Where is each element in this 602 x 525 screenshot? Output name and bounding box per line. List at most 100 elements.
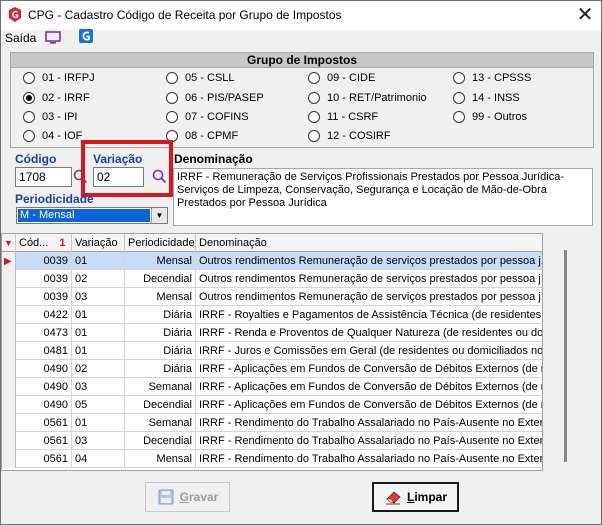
menu-saida[interactable]: Saída <box>5 31 36 45</box>
radio-circle[interactable] <box>453 111 465 123</box>
row-indicator <box>2 360 16 378</box>
row-indicator: ▶ <box>2 252 16 270</box>
row-indicator <box>2 414 16 432</box>
table-row[interactable]: 0473 01 Diária IRRF - Renda e Proventos de … <box>2 324 543 342</box>
denominacao-label: Denominação <box>174 152 253 166</box>
row-indicator <box>2 306 16 324</box>
radio-option[interactable]: 09 - CIDE <box>308 71 375 85</box>
radio-option[interactable]: 04 - IOF <box>23 129 82 143</box>
table-row[interactable]: 0039 03 Mensal Outros rendimentos Remuneraç… <box>2 288 542 306</box>
periodicidade-label: Periodicidade <box>15 192 94 206</box>
radio-circle[interactable] <box>23 72 35 84</box>
header-denominacao[interactable]: Denominação <box>196 234 542 252</box>
radio-circle[interactable] <box>166 111 178 123</box>
cell-variacao: 01 <box>72 252 125 270</box>
radio-option[interactable]: 12 - COSIRF <box>308 129 391 143</box>
radio-circle[interactable] <box>453 92 465 104</box>
radio-option[interactable]: 11 - CSRF <box>308 110 378 124</box>
cell-codigo: 0490 <box>16 378 72 396</box>
table-row[interactable]: 0561 04 Mensal IRRF - Rendimento do Trabalh… <box>2 450 543 468</box>
radio-option[interactable]: 05 - CSLL <box>166 71 235 85</box>
limpar-label-rest: impar <box>414 490 448 504</box>
radio-option[interactable]: 07 - COFINS <box>166 110 249 124</box>
radio-circle[interactable] <box>308 72 320 84</box>
monitor-icon[interactable] <box>44 30 62 46</box>
row-indicator <box>2 270 16 288</box>
cell-periodicidade: Decendial <box>125 432 196 450</box>
codigo-input[interactable]: 1708 <box>15 167 72 187</box>
radio-circle[interactable] <box>23 111 35 123</box>
cell-periodicidade: Semanal <box>125 378 196 396</box>
cell-periodicidade: Diária <box>125 324 196 342</box>
cell-periodicidade: Mensal <box>125 450 196 468</box>
radio-circle[interactable] <box>23 130 35 142</box>
table-row[interactable]: 0561 03 Decendial IRRF - Rendimento do Trab… <box>2 432 543 450</box>
cell-denominacao: IRRF - Rendimento do Trabalho Assalariad… <box>199 435 543 447</box>
radio-option[interactable]: 02 - IRRF <box>23 91 90 105</box>
cell-variacao: 05 <box>72 396 125 414</box>
radio-circle[interactable] <box>166 72 178 84</box>
row-indicator <box>2 396 16 414</box>
radio-circle[interactable] <box>308 111 320 123</box>
denominacao-text: IRRF - Remuneração de Serviços Profissio… <box>173 168 593 226</box>
radio-label: 13 - CPSSS <box>472 72 532 84</box>
radio-circle[interactable] <box>308 130 320 142</box>
variacao-highlight-box <box>81 140 173 197</box>
radio-option[interactable]: 01 - IRFPJ <box>23 71 95 85</box>
radio-label: 03 - IPI <box>42 111 78 123</box>
sort-arrow-icon: ▼ <box>2 234 16 252</box>
radio-circle[interactable] <box>166 92 178 104</box>
table-row[interactable]: 0481 01 Diária IRRF - Juros e Comissões em … <box>2 342 542 360</box>
gravar-accel: G <box>179 490 189 504</box>
table-row[interactable]: 0490 02 Diária IRRF - Aplicações em Fundos … <box>2 360 542 378</box>
table-row[interactable]: ▶ 0039 01 Mensal Outros rendimentos Remunera… <box>2 252 542 270</box>
radio-circle[interactable] <box>23 92 35 104</box>
cell-variacao: 01 <box>72 324 125 342</box>
current-row-arrow-icon: ▶ <box>4 256 12 267</box>
cell-periodicidade: Mensal <box>125 252 196 270</box>
radio-option[interactable]: 08 - CPMF <box>166 129 238 143</box>
close-button[interactable]: ✕ <box>571 3 599 27</box>
titlebar: CPG - Cadastro Código de Receita por Gru… <box>1 1 601 30</box>
radio-option[interactable]: 06 - PIS/PASEP <box>166 91 264 105</box>
cell-denominacao: IRRF - Renda e Proventos de Qualquer Nat… <box>199 327 543 339</box>
limpar-button[interactable]: Limpar <box>372 482 459 512</box>
gravar-label: Gravar <box>180 490 219 504</box>
radio-option[interactable]: 99 - Outros <box>453 110 527 124</box>
radio-option[interactable]: 10 - RET/Patrimonio <box>308 91 427 105</box>
cell-periodicidade: Diária <box>125 306 196 324</box>
radio-option[interactable]: 13 - CPSSS <box>453 71 531 85</box>
table-row[interactable]: 0490 05 Decendial IRRF - Aplicações em Fund… <box>2 396 543 414</box>
table-row[interactable]: 0422 01 Diária IRRF - Royalties e Pagamento… <box>2 306 542 324</box>
codigo-label: Código <box>15 152 57 166</box>
cell-periodicidade: Diária <box>125 342 196 360</box>
row-indicator <box>2 432 16 450</box>
cell-variacao: 04 <box>72 450 125 468</box>
chevron-down-icon[interactable]: ▼ <box>151 208 167 223</box>
table-row[interactable]: 0039 02 Decendial Outros rendimentos Remune… <box>2 270 542 288</box>
cell-codigo: 0490 <box>16 360 72 378</box>
row-indicator <box>2 324 16 342</box>
sort-index: 1 <box>59 237 66 249</box>
row-indicator <box>2 342 16 360</box>
header-codigo[interactable]: Cód... 1 <box>16 234 72 252</box>
table-row[interactable]: 0490 03 Semanal IRRF - Aplicações em Fundos… <box>2 378 542 396</box>
header-variacao[interactable]: Variação <box>72 234 125 252</box>
cell-denominacao: IRRF - Rendimento do Trabalho Assalariad… <box>199 453 543 465</box>
radio-option[interactable]: 03 - IPI <box>23 110 77 124</box>
gravar-button[interactable]: Gravar <box>145 482 230 512</box>
cell-variacao: 03 <box>72 288 125 306</box>
radio-circle[interactable] <box>453 72 465 84</box>
app-logo-icon[interactable] <box>78 28 94 44</box>
scrollbar-thumb[interactable] <box>564 250 567 462</box>
periodicidade-select[interactable]: M - Mensal ▼ <box>16 207 168 224</box>
radio-option[interactable]: 14 - INSS <box>453 91 520 105</box>
radio-circle[interactable] <box>308 92 320 104</box>
grid-scrollbar[interactable] <box>557 234 574 468</box>
cell-periodicidade: Mensal <box>125 288 196 306</box>
radio-label: 01 - IRFPJ <box>42 72 95 84</box>
header-periodicidade[interactable]: Periodicidade <box>125 234 196 252</box>
table-row[interactable]: 0561 01 Semanal IRRF - Rendimento do Trabal… <box>2 414 542 432</box>
cell-variacao: 03 <box>72 378 125 396</box>
cell-denominacao: IRRF - Aplicações em Fundos de Conversão… <box>199 399 543 411</box>
